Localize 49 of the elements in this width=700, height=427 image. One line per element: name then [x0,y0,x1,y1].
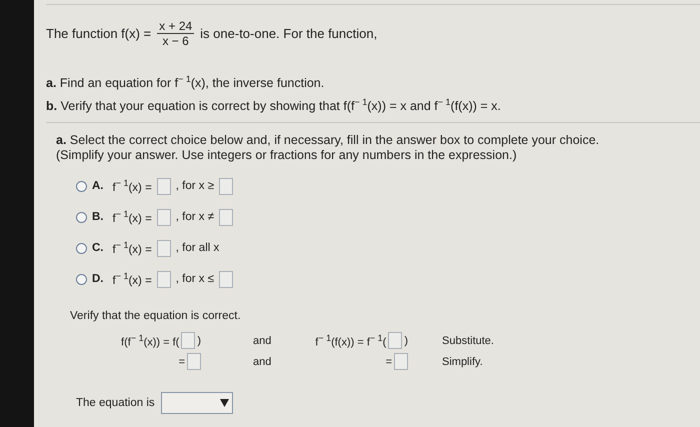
radio-button[interactable] [76,274,87,285]
radio-button[interactable] [76,212,87,223]
math-expression: = [178,356,185,368]
choice-letter: C. [92,242,104,254]
radio-button[interactable] [76,180,87,192]
equation-dropdown[interactable] [160,392,233,414]
answer-box[interactable] [156,270,171,288]
math-expression: f$^{− 1}$(f(x)) = f$^{− 1}$( [315,332,386,349]
radio-button[interactable] [76,242,87,254]
answer-box[interactable] [219,208,234,226]
choice-letter: A. [92,180,104,192]
math-expression: f(f$^{− 1}$(x)) = f( [121,332,180,349]
choice-condition: , for all x [176,242,220,254]
choice-condition: , for x ≠ [176,211,214,224]
task-text: b. Verify that your equation is correct by showing that f(f$^{− 1}$(x)) = x and f$^{− 1}$(f(x)) = x. [46,96,502,116]
choice-letter: B. [92,211,104,224]
fraction-numerator: x + 24 [157,19,194,34]
math-expression: ) [197,334,201,347]
intro-text: is one-to-one. For the function, [200,26,378,41]
intro-text: The function f(x) = [46,26,152,41]
task-text: a. Find an equation for f$^{− 1}$(x), the inverse function. [46,73,326,92]
choice-expression: f$^{− 1}$(x) = [112,178,152,194]
caret-icon [220,399,229,408]
answer-box[interactable] [181,332,196,350]
answer-box[interactable] [219,178,234,195]
choice-condition: , for x ≤ [176,273,214,286]
hint-text: (Simplify your answer. Use integers or fractions for any numbers in the expression.) [56,148,518,164]
answer-box[interactable] [156,208,171,226]
instruction-text: a. Select the correct choice below and, if necessary, fill in the answer box to complete your choice. [56,133,600,148]
conclusion-label: The equation is [76,397,155,410]
choice-expression: f$^{− 1}$(x) = [112,240,152,256]
math-expression: ) [404,334,408,347]
answer-box[interactable] [156,240,171,257]
choice-letter: D. [92,273,104,286]
step-note: Simplify. [442,356,483,368]
answer-box[interactable] [156,178,171,195]
connector-text: and [253,356,272,368]
answer-box[interactable] [187,353,201,370]
answer-box[interactable] [219,270,234,288]
answer-box[interactable] [394,353,408,370]
choice-expression: f$^{− 1}$(x) = [112,271,152,288]
math-expression: = [386,356,392,368]
answer-box[interactable] [388,332,402,350]
connector-text: and [253,334,272,347]
choice-condition: , for x ≥ [176,180,214,192]
choice-expression: f$^{− 1}$(x) = [112,209,152,226]
step-note: Substitute. [442,334,494,347]
fraction-denominator: x − 6 [162,34,189,48]
verify-title: Verify that the equation is correct. [70,310,242,322]
